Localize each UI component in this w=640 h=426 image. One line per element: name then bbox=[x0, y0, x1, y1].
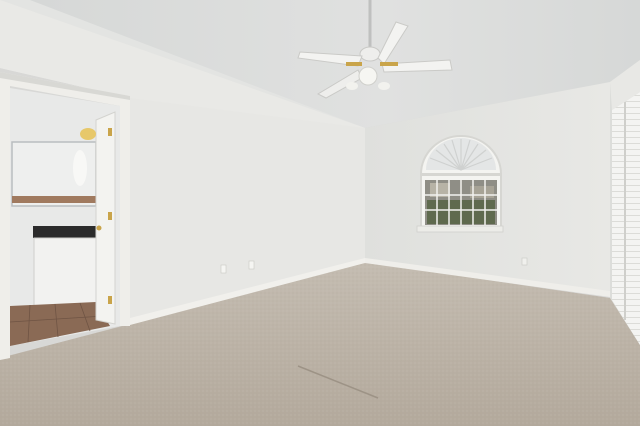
wall-outlet bbox=[248, 260, 255, 270]
wall-outlet bbox=[521, 257, 528, 266]
bathroom-doorway bbox=[0, 72, 130, 360]
room-photo bbox=[0, 0, 640, 426]
sliding-door-blinds bbox=[610, 60, 640, 345]
wall-outlet bbox=[220, 264, 227, 274]
arched-window bbox=[416, 135, 504, 233]
